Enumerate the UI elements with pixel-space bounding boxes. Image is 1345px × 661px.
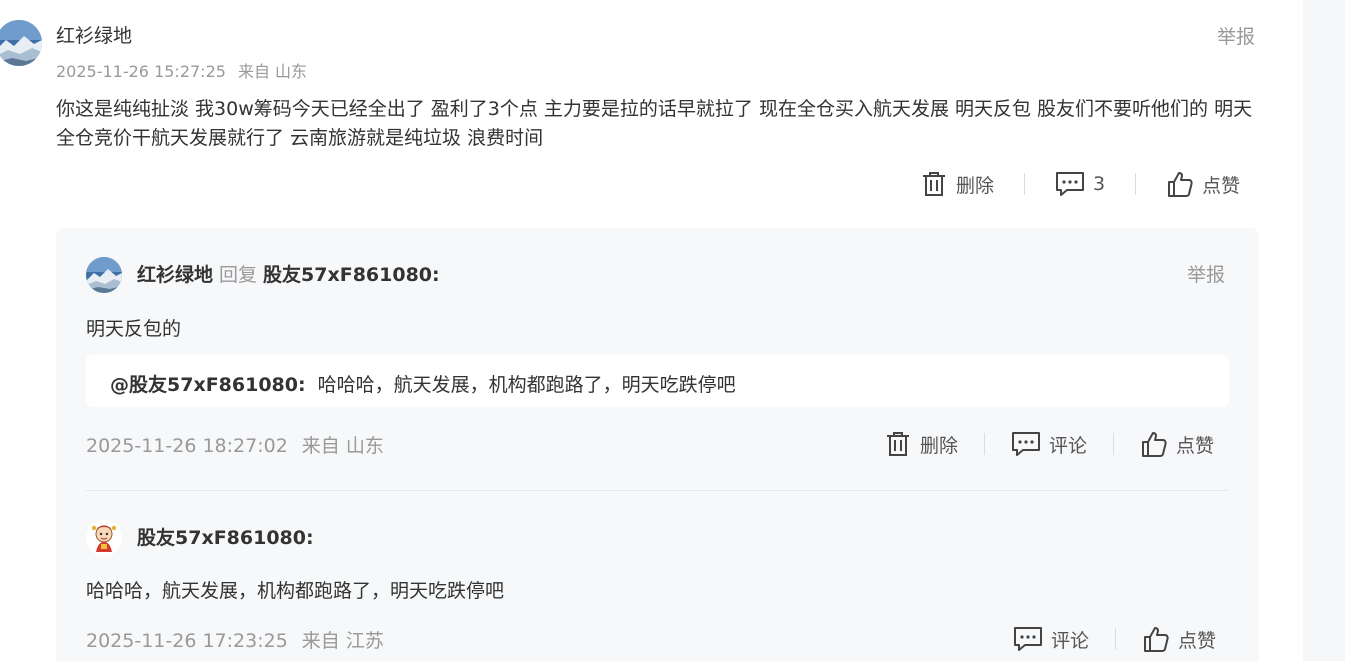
quoted-comment-line: @股友57xF861080: 哈哈哈，航天发展，机构都跑路了，明天吃跌停吧 xyxy=(110,370,736,397)
reply-action-bar: 删除 评论 点赞 xyxy=(884,428,1214,460)
mountain-landscape-avatar-icon xyxy=(86,257,122,293)
thumbs-up-icon xyxy=(1142,432,1167,457)
reply-target-name[interactable]: 股友57xF861080: xyxy=(263,264,440,286)
reply-body: 明天反包的 xyxy=(86,318,182,340)
comment-bubble-icon xyxy=(1056,172,1085,196)
reply-like-button[interactable]: 点赞 xyxy=(1140,430,1214,458)
reply-author-avatar[interactable] xyxy=(86,257,122,293)
reply-comment-button[interactable]: 评论 xyxy=(1013,625,1089,653)
reply-timestamp: 2025-11-26 17:23:25 xyxy=(86,630,288,652)
reply-author-avatar[interactable] xyxy=(86,520,122,556)
comment-bubble-icon xyxy=(1014,627,1042,651)
trash-icon xyxy=(923,172,945,196)
report-button[interactable]: 举报 xyxy=(1217,22,1255,49)
quoted-mention[interactable]: @股友57xF861080: xyxy=(110,374,306,396)
quoted-comment: @股友57xF861080: 哈哈哈，航天发展，机构都跑路了，明天吃跌停吧 xyxy=(86,355,1229,407)
reply-location: 来自 山东 xyxy=(301,435,384,457)
comment-count-button[interactable]: 3 xyxy=(1055,170,1105,198)
reply-meta: 2025-11-26 17:23:25 来自 江苏 xyxy=(86,626,384,653)
reply-verb: 回复 xyxy=(219,264,258,286)
reply-header: 红衫绿地 回复 股友57xF861080: xyxy=(137,260,440,287)
comment-action-bar: 删除 3 点赞 xyxy=(920,168,1240,200)
thumbs-up-icon xyxy=(1168,172,1193,197)
comment-location: 来自 山东 xyxy=(237,62,308,81)
reply-action-bar: 评论 点赞 xyxy=(1013,623,1216,655)
thumbs-up-icon xyxy=(1144,627,1169,652)
reply-body: 哈哈哈，航天发展，机构都跑路了，明天吃跌停吧 xyxy=(86,580,505,602)
reply-comment-label: 评论 xyxy=(1051,629,1090,652)
comment-thread-page: 红衫绿地 2025-11-26 15:27:25 来自 山东 举报 你这是纯纯扯淡… xyxy=(0,0,1345,661)
comment-bubble-icon xyxy=(1012,432,1041,456)
reply-divider xyxy=(86,490,1229,491)
reply-author-name[interactable]: 红衫绿地 xyxy=(137,264,213,286)
reply-comment-label: 评论 xyxy=(1049,434,1088,457)
cartoon-figure-avatar-icon xyxy=(86,520,122,556)
comment-meta: 2025-11-26 15:27:25 来自 山东 xyxy=(56,58,307,82)
reply-comment-button[interactable]: 评论 xyxy=(1011,430,1087,458)
reply-delete-button[interactable]: 删除 xyxy=(884,430,958,458)
reply-author-name[interactable]: 股友57xF861080: xyxy=(137,523,314,550)
reply-like-label: 点赞 xyxy=(1178,629,1217,652)
right-scroll-rail xyxy=(1303,0,1345,661)
reply-like-label: 点赞 xyxy=(1176,434,1215,457)
like-button[interactable]: 点赞 xyxy=(1166,170,1240,198)
delete-label: 删除 xyxy=(956,174,995,197)
reply-meta: 2025-11-26 18:27:02 来自 山东 xyxy=(86,431,384,458)
action-separator xyxy=(1024,173,1026,195)
trash-icon xyxy=(887,432,909,456)
reply-like-button[interactable]: 点赞 xyxy=(1142,625,1216,653)
action-separator xyxy=(1113,433,1115,455)
action-separator xyxy=(984,433,986,455)
reply-location: 来自 江苏 xyxy=(301,630,384,652)
comment-body: 你这是纯纯扯淡 我30w筹码今天已经全出了 盈利了3个点 主力要是拉的话早就拉了… xyxy=(56,98,1253,149)
like-label: 点赞 xyxy=(1202,174,1241,197)
mountain-landscape-avatar-icon xyxy=(0,20,42,66)
reply-report-button[interactable]: 举报 xyxy=(1187,260,1225,287)
action-separator xyxy=(1115,628,1117,650)
quoted-text: 哈哈哈，航天发展，机构都跑路了，明天吃跌停吧 xyxy=(317,374,736,396)
delete-button[interactable]: 删除 xyxy=(920,170,994,198)
comment-timestamp: 2025-11-26 15:27:25 xyxy=(56,62,226,81)
comment-author-name[interactable]: 红衫绿地 xyxy=(56,21,132,48)
reply-delete-label: 删除 xyxy=(920,434,959,457)
reply-timestamp: 2025-11-26 18:27:02 xyxy=(86,435,288,457)
action-separator xyxy=(1135,173,1137,195)
comment-count: 3 xyxy=(1093,173,1106,195)
author-avatar[interactable] xyxy=(0,20,42,66)
